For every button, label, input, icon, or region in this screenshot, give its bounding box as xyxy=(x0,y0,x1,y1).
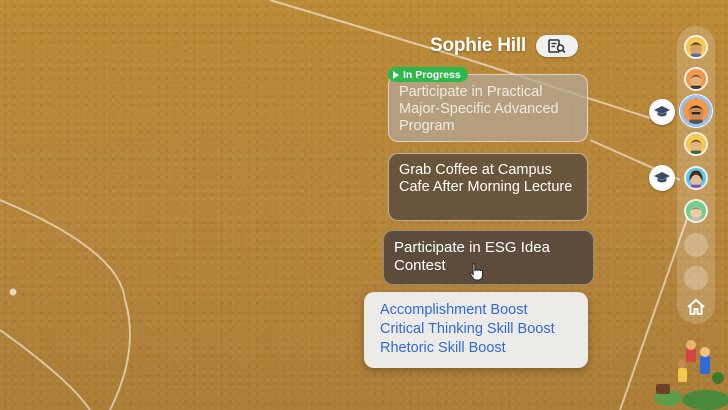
profile-card-icon xyxy=(548,39,566,53)
graduation-cap-icon[interactable] xyxy=(649,99,675,125)
character-avatar-2[interactable] xyxy=(684,67,708,91)
home-icon xyxy=(687,299,705,315)
character-avatar-4[interactable] xyxy=(684,132,708,156)
task-card-grab-coffee[interactable]: Grab Coffee at Campus Cafe After Morning… xyxy=(388,153,588,221)
character-avatar-6[interactable] xyxy=(684,199,708,223)
profile-info-button[interactable] xyxy=(535,35,578,57)
character-avatar-5[interactable] xyxy=(684,166,708,190)
avatar-face-icon xyxy=(686,37,706,57)
avatar-face-icon xyxy=(683,98,709,124)
status-badge-label: In Progress xyxy=(403,68,461,81)
character-avatar-3[interactable] xyxy=(680,95,712,127)
in-progress-badge: In Progress xyxy=(388,67,468,82)
empty-character-slot xyxy=(684,233,708,257)
empty-character-slot xyxy=(684,266,708,290)
rhetoric-boost-option[interactable]: Rhetoric Skill Boost xyxy=(380,339,588,358)
task-card-practical-program[interactable]: Participate in Practical Major-Specific … xyxy=(388,74,588,142)
character-avatar-1[interactable] xyxy=(684,35,708,59)
task-label: Participate in Practical Major-Specific … xyxy=(399,84,559,134)
play-icon xyxy=(393,70,399,79)
hand-pointer-icon xyxy=(469,263,483,281)
avatar-face-icon xyxy=(686,134,706,154)
boost-popup: Accomplishment Boost Critical Thinking S… xyxy=(364,292,588,368)
task-card-esg-contest[interactable]: Participate in ESG Idea Contest xyxy=(383,230,594,285)
critical-thinking-boost-option[interactable]: Critical Thinking Skill Boost xyxy=(380,320,588,339)
avatar-face-icon xyxy=(686,69,706,89)
accomplishment-boost-option[interactable]: Accomplishment Boost xyxy=(380,301,588,320)
task-label: Grab Coffee at Campus Cafe After Morning… xyxy=(399,162,573,195)
home-button[interactable] xyxy=(684,296,708,318)
avatar-face-icon xyxy=(686,201,706,221)
player-name: Sophie Hill xyxy=(430,35,526,56)
graduation-cap-icon[interactable] xyxy=(649,165,675,191)
avatar-face-icon xyxy=(686,168,706,188)
player-header: Sophie Hill xyxy=(430,33,578,59)
campus-decoration-figures xyxy=(654,340,728,410)
